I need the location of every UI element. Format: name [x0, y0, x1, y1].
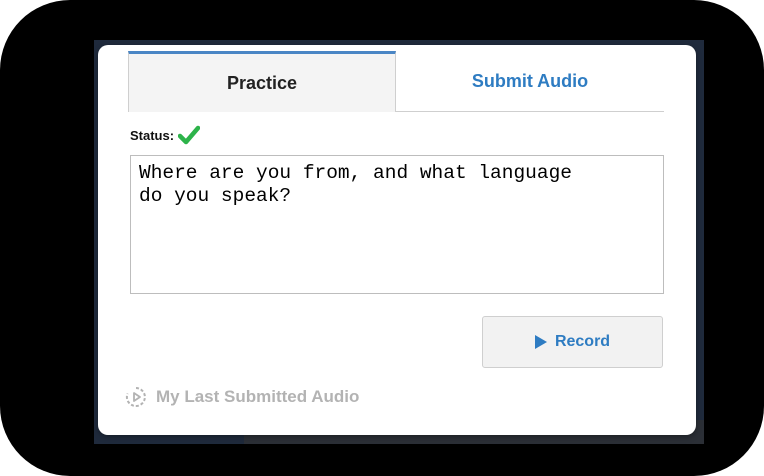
tab-bar: Practice Submit Audio	[128, 51, 664, 113]
play-icon	[534, 335, 547, 349]
last-audio-label: My Last Submitted Audio	[156, 387, 360, 406]
status-row: Status:	[130, 125, 201, 145]
tab-submit-audio[interactable]: Submit Audio	[396, 51, 664, 112]
last-submitted-audio-link[interactable]: My Last Submitted Audio	[124, 385, 359, 409]
replay-icon	[125, 387, 146, 407]
tab-practice[interactable]: Practice	[128, 51, 396, 112]
record-button[interactable]: Record	[482, 316, 663, 368]
prompt-text-box: Where are you from, and what language do…	[130, 155, 664, 294]
status-label: Status:	[130, 127, 175, 143]
check-icon	[178, 125, 201, 145]
record-button-label: Record	[554, 333, 611, 350]
practice-dialog: Practice Submit Audio Status: Where are …	[98, 45, 696, 435]
